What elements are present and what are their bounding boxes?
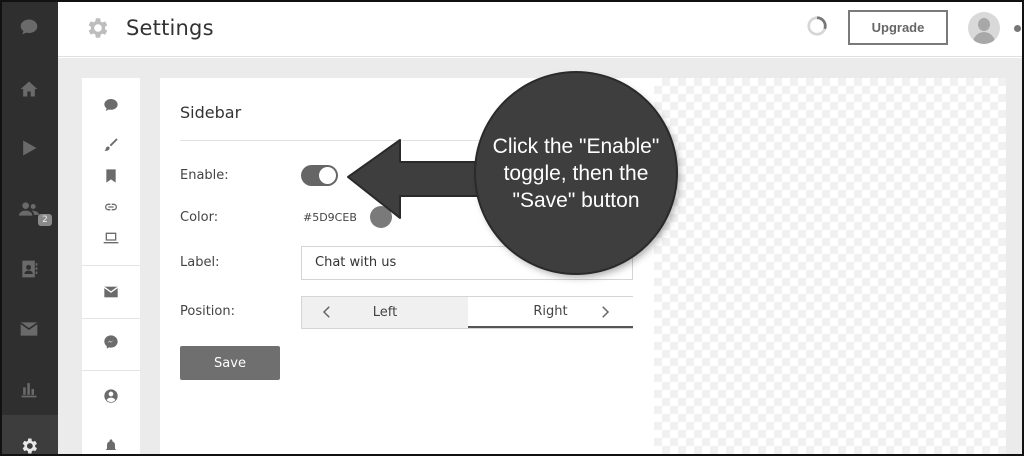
- toggle-knob: [319, 167, 336, 184]
- save-button[interactable]: Save: [180, 346, 280, 380]
- mail-icon[interactable]: [102, 283, 120, 301]
- users-badge: 2: [38, 214, 52, 226]
- page-title: Settings: [126, 16, 214, 40]
- position-selector: Left Right: [301, 296, 633, 329]
- laptop-icon[interactable]: [102, 229, 120, 247]
- card-title: Sidebar: [180, 103, 242, 122]
- messenger-icon[interactable]: [102, 333, 120, 351]
- analytics-icon[interactable]: [18, 378, 40, 400]
- contacts-icon[interactable]: [18, 258, 40, 280]
- position-option-left[interactable]: Left: [302, 297, 468, 328]
- settings-subnav: [82, 78, 140, 454]
- main-sidebar: 2: [2, 2, 58, 454]
- link-icon[interactable]: [102, 198, 120, 216]
- bookmark-icon[interactable]: [102, 167, 120, 185]
- app-window: 2 Settings Upgrade Sidebar Enable: Color…: [0, 0, 1024, 456]
- home-icon[interactable]: [18, 78, 40, 100]
- color-label: Color:: [180, 210, 219, 225]
- callout-text: Click the "Enable" toggle, then the "Sav…: [492, 134, 660, 212]
- instruction-callout: Click the "Enable" toggle, then the "Sav…: [476, 73, 676, 273]
- top-header: Settings Upgrade: [58, 2, 1022, 57]
- gear-icon[interactable]: [18, 435, 40, 454]
- loading-spinner-icon: [807, 16, 827, 36]
- gear-icon: [88, 18, 108, 38]
- user-icon[interactable]: [102, 387, 120, 405]
- enable-toggle[interactable]: [301, 165, 338, 186]
- chat-icon[interactable]: [18, 16, 40, 38]
- play-icon[interactable]: [18, 137, 40, 159]
- users-icon[interactable]: [18, 198, 40, 220]
- label-label: Label:: [180, 255, 220, 270]
- widget-preview-area: [654, 78, 1006, 454]
- chat-icon[interactable]: [102, 96, 120, 114]
- upgrade-button[interactable]: Upgrade: [848, 10, 948, 45]
- position-label: Position:: [180, 304, 235, 319]
- brush-icon[interactable]: [102, 136, 120, 154]
- bell-icon[interactable]: [102, 437, 120, 454]
- avatar[interactable]: [968, 12, 1000, 44]
- enable-label: Enable:: [180, 168, 229, 183]
- mail-icon[interactable]: [18, 318, 40, 340]
- chevron-right-icon[interactable]: [596, 303, 614, 321]
- online-status-dot: [1014, 25, 1021, 32]
